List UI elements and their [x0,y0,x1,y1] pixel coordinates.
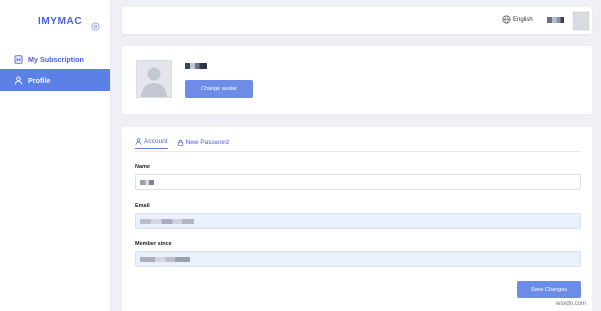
collapse-menu-icon[interactable] [91,18,100,31]
account-form-card: Account New Password Name Email Member s… [122,127,592,311]
subscription-icon [14,54,23,64]
sidebar-item-profile[interactable]: Profile [0,69,110,91]
email-value-redacted [140,219,194,224]
tab-account[interactable]: Account [135,138,168,149]
sidebar-item-label: Profile [28,75,51,85]
logo-row: IMYMAC [0,0,110,44]
member-since-label: Member since [135,241,172,247]
member-since-field[interactable] [135,251,581,267]
lock-icon [177,139,184,146]
name-field[interactable] [135,174,581,190]
tabs-divider [135,151,581,152]
name-label: Name [135,164,150,170]
change-avatar-button[interactable]: Change avatar [185,80,253,98]
top-bar: English [122,7,592,34]
sidebar: IMYMAC My Subscription Profile [0,0,111,311]
globe-icon [502,15,511,24]
tab-new-password[interactable]: New Password [177,138,229,149]
app-logo[interactable]: IMYMAC [38,16,82,27]
tab-label: New Password [185,138,229,146]
tab-label: Account [144,138,168,145]
tabs: Account New Password [135,138,238,149]
sidebar-item-label: My Subscription [28,54,84,64]
email-field[interactable] [135,213,581,229]
save-changes-button[interactable]: Save Changes [517,281,581,298]
user-icon [135,138,142,145]
name-value-redacted [140,180,154,185]
sidebar-item-my-subscription[interactable]: My Subscription [0,48,110,70]
watermark: wsxdn.com [556,301,587,307]
member-since-value-redacted [140,257,190,262]
user-icon [14,76,23,85]
profile-card: Change avatar [122,46,592,114]
user-name-redacted [547,17,564,23]
profile-name-redacted [185,63,207,69]
avatar[interactable] [572,11,590,31]
email-label: Email [135,203,150,209]
language-label: English [513,16,533,23]
language-selector[interactable]: English [502,15,533,24]
profile-avatar [136,60,172,98]
